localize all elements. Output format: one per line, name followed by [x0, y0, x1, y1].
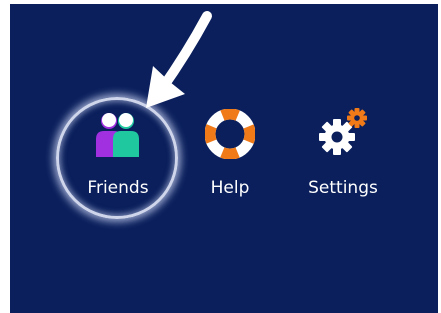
- menu-item-settings[interactable]: Settings: [288, 104, 398, 198]
- menu-item-label: Friends: [87, 178, 149, 198]
- friends-icon: [88, 104, 148, 164]
- menu-item-label: Settings: [308, 178, 378, 198]
- menu-item-label: Help: [210, 178, 250, 198]
- life-ring-icon: [200, 104, 260, 164]
- gears-icon: [313, 104, 373, 164]
- menu-item-help[interactable]: Help: [180, 104, 280, 198]
- app-screen: Friends Help Settings: [10, 4, 438, 313]
- menu-item-friends[interactable]: Friends: [68, 104, 168, 198]
